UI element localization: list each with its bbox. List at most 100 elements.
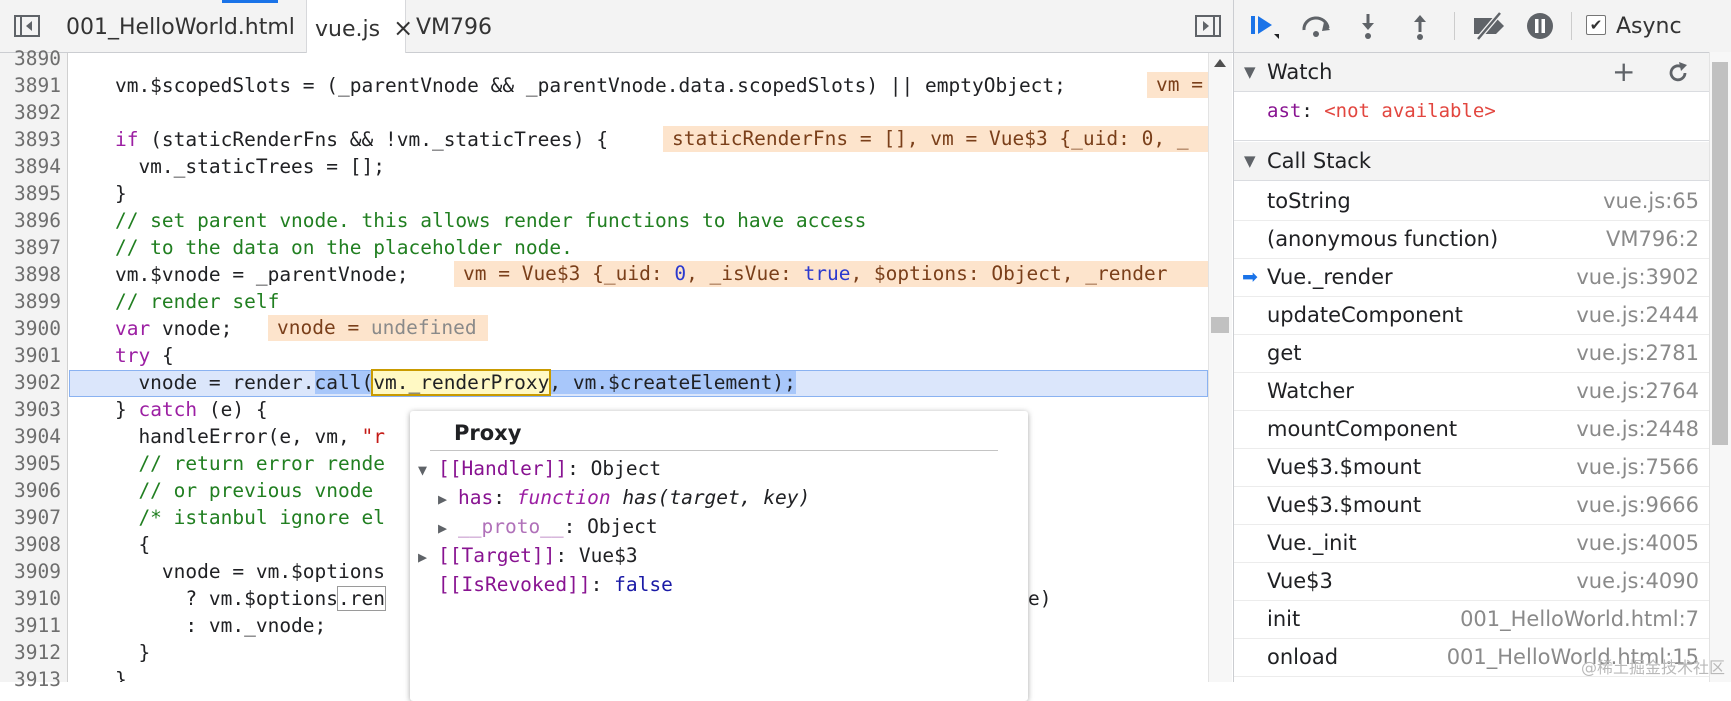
inline-value-boolean: true — [803, 262, 851, 285]
collapse-triangle-icon[interactable]: ▼ — [418, 456, 438, 484]
line-number[interactable]: 3913 — [1, 666, 61, 693]
line-number[interactable]: 3906 — [1, 477, 61, 504]
call-frame[interactable]: Vue$3 vue.js:4090 — [1234, 562, 1709, 601]
line-number[interactable]: 3910 — [1, 585, 61, 612]
inline-value: vm = Vue$3 {_uid: 0, _isVue: true, $opti… — [454, 261, 1208, 287]
call-frame-location[interactable]: vue.js:3902 — [1576, 258, 1699, 296]
async-label: Async — [1616, 14, 1682, 39]
line-number[interactable]: 3907 — [1, 504, 61, 531]
call-frame[interactable]: toString vue.js:65 — [1234, 182, 1709, 221]
call-frame[interactable]: Vue$3.$mount vue.js:9666 — [1234, 486, 1709, 525]
line-number[interactable]: 3908 — [1, 531, 61, 558]
inline-value-text: , _isVue: — [686, 262, 804, 285]
call-frame-location[interactable]: vue.js:4005 — [1576, 524, 1699, 562]
expand-triangle-icon[interactable]: ▶ — [438, 514, 458, 542]
toggle-navigator-icon[interactable] — [14, 15, 40, 42]
property-value: Vue$3 — [578, 544, 638, 567]
property-row-target[interactable]: ▶ [[Target]]: Vue$3 — [418, 542, 638, 570]
toggle-debugger-icon[interactable] — [1195, 15, 1221, 42]
resume-icon[interactable] — [1248, 12, 1280, 40]
line-number[interactable]: 3900 — [1, 315, 61, 342]
property-row-proto[interactable]: ▶ __proto__: Object — [438, 513, 658, 541]
tab-helloworld-html[interactable]: 001_HelloWorld.html — [60, 0, 301, 52]
line-number[interactable]: 3890 — [1, 45, 61, 72]
pause-on-exceptions-icon[interactable] — [1524, 12, 1556, 40]
call-frame-location[interactable]: VM796:2 — [1606, 220, 1699, 258]
deactivate-breakpoints-icon[interactable] — [1470, 11, 1510, 41]
inline-value-text: vm = — [1156, 73, 1203, 96]
code-comment: // render self — [68, 290, 280, 313]
step-out-icon[interactable] — [1404, 12, 1436, 40]
line-number[interactable]: 3903 — [1, 396, 61, 423]
call-frame-location[interactable]: vue.js:2764 — [1576, 372, 1699, 410]
keyword: if — [114, 128, 139, 151]
line-number[interactable]: 3912 — [1, 639, 61, 666]
line-number[interactable]: 3893 — [1, 126, 61, 153]
call-frame[interactable]: (anonymous function) VM796:2 — [1234, 220, 1709, 259]
line-number[interactable]: 3901 — [1, 342, 61, 369]
step-into-icon[interactable] — [1352, 12, 1384, 40]
call-frame[interactable]: Vue$3.$mount vue.js:7566 — [1234, 448, 1709, 487]
async-checkbox[interactable]: ✔ — [1586, 15, 1606, 35]
add-watch-icon[interactable]: + — [1612, 53, 1635, 91]
call-frame[interactable]: get vue.js:2781 — [1234, 334, 1709, 373]
collapse-triangle-icon[interactable]: ▼ — [1244, 53, 1256, 91]
call-frame-location[interactable]: 001_HelloWorld.html:7 — [1460, 600, 1699, 638]
call-frame[interactable]: mountComponent vue.js:2448 — [1234, 410, 1709, 449]
inline-value-undefined: undefined — [370, 316, 477, 339]
line-number[interactable]: 3899 — [1, 288, 61, 315]
watch-expression-row[interactable]: ast: <not available> — [1234, 92, 1709, 141]
code-text: { — [150, 344, 174, 367]
watch-expression-value: <not available> — [1324, 100, 1496, 122]
call-frame-location[interactable]: vue.js:9666 — [1576, 486, 1699, 524]
watch-section-header[interactable]: ▼ Watch + — [1234, 53, 1709, 92]
line-number[interactable]: 3911 — [1, 612, 61, 639]
expand-triangle-icon[interactable]: ▶ — [438, 485, 458, 513]
call-frame-location[interactable]: vue.js:2448 — [1576, 410, 1699, 448]
line-number[interactable]: 3905 — [1, 450, 61, 477]
scroll-thumb[interactable] — [1211, 317, 1229, 333]
line-number[interactable]: 3902 — [1, 369, 61, 396]
scroll-up-arrow-icon[interactable] — [1214, 59, 1226, 67]
line-number[interactable]: 3895 — [1, 180, 61, 207]
line-number[interactable]: 3891 — [1, 72, 61, 99]
line-number[interactable]: 3896 — [1, 207, 61, 234]
inline-value-text: vnode = — [277, 316, 371, 339]
toolbar-divider — [1571, 12, 1572, 40]
call-frame-location[interactable]: vue.js:4090 — [1576, 562, 1699, 600]
line-number[interactable]: 3892 — [1, 99, 61, 126]
call-frame[interactable]: updateComponent vue.js:2444 — [1234, 296, 1709, 335]
line-number[interactable]: 3898 — [1, 261, 61, 288]
expand-triangle-icon[interactable]: ▶ — [418, 543, 438, 571]
line-number[interactable]: 3897 — [1, 234, 61, 261]
call-stack-section-header[interactable]: ▼ Call Stack — [1234, 142, 1709, 181]
sidebar-scroll-thumb[interactable] — [1712, 62, 1728, 445]
code-line: } — [68, 182, 127, 205]
call-frame[interactable]: init 001_HelloWorld.html:7 — [1234, 600, 1709, 639]
hovered-expression[interactable]: vm._renderProxy — [371, 369, 552, 396]
property-row-has[interactable]: ▶ has: function has(target, key) — [438, 484, 810, 512]
popover-title: Proxy — [454, 421, 522, 445]
call-frame-location[interactable]: vue.js:2781 — [1576, 334, 1699, 372]
property-row-isrevoked: [[IsRevoked]]: false — [438, 571, 673, 599]
tab-vue-js[interactable]: vue.js × — [306, 0, 413, 53]
object-preview-popover[interactable]: Proxy ▼ [[Handler]]: Object ▶ has: functio… — [410, 411, 1028, 701]
line-number[interactable]: 3909 — [1, 558, 61, 585]
call-frame-function: get — [1267, 341, 1302, 365]
call-frame-location[interactable]: vue.js:65 — [1603, 182, 1699, 220]
call-frame[interactable]: Watcher vue.js:2764 — [1234, 372, 1709, 411]
call-frame-location[interactable]: vue.js:2444 — [1576, 296, 1699, 334]
collapse-triangle-icon[interactable]: ▼ — [1244, 142, 1256, 180]
code-line: vm.$vnode = _parentVnode; — [68, 263, 409, 286]
line-number[interactable]: 3894 — [1, 153, 61, 180]
call-frame[interactable]: Vue._init vue.js:4005 — [1234, 524, 1709, 563]
editor-scrollbar[interactable] — [1208, 53, 1232, 682]
line-number[interactable]: 3904 — [1, 423, 61, 450]
inline-value: vm = — [1147, 72, 1208, 98]
property-name: [[Target]] — [438, 544, 556, 567]
step-over-icon[interactable] — [1300, 12, 1332, 40]
call-frame-current[interactable]: ➡ Vue._render vue.js:3902 — [1234, 258, 1709, 297]
tab-vm796[interactable]: VM796 — [410, 0, 498, 52]
property-row-handler[interactable]: ▼ [[Handler]]: Object — [418, 455, 661, 483]
call-frame-location[interactable]: vue.js:7566 — [1576, 448, 1699, 486]
